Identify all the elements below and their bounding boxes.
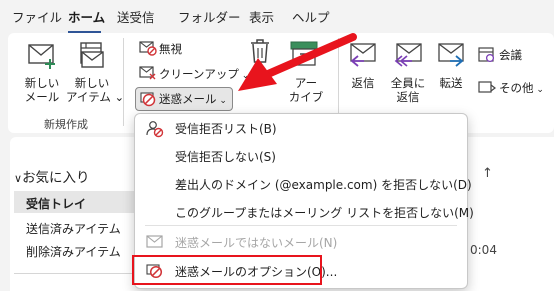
ignore-icon[interactable] (139, 40, 157, 56)
cleanup-icon[interactable] (139, 65, 157, 81)
menu-item-label: 差出人のドメイン (@example.com) を拒否しない(D) (175, 178, 472, 192)
new-group-label: 新規作成 (44, 118, 88, 131)
new-items-button[interactable]: 新しい アイテム ⌄ (66, 76, 124, 104)
menu-item-never-block-domain[interactable]: 差出人のドメイン (@example.com) を拒否しない(D) (135, 172, 472, 198)
forward-icon[interactable] (436, 42, 466, 68)
meeting-button[interactable]: 会議 (499, 47, 522, 63)
reply-all-label-1: 全員に (390, 76, 426, 90)
new-mail-label-2: メール (24, 90, 60, 104)
chevron-down-icon: ⌄ (216, 96, 227, 106)
tab-help[interactable]: ヘルプ (292, 0, 330, 30)
chevron-down-icon: ⌄ (533, 85, 544, 95)
archive-icon[interactable] (289, 40, 319, 68)
folder-sent[interactable]: 送信済みアイテム (26, 220, 121, 237)
chevron-down-icon: ⌄ (238, 71, 250, 81)
tab-file[interactable]: ファイル (12, 0, 62, 30)
message-time: 0:04 (470, 243, 497, 257)
menu-item-not-junk: 迷惑メールではないメール(N) (135, 230, 467, 256)
reply-all-button[interactable]: 全員に 返信 (386, 76, 430, 104)
annotation-highlight-box (132, 255, 322, 285)
forward-button[interactable]: 転送 (436, 76, 466, 90)
block-sender-icon (146, 121, 164, 138)
more-respond-icon[interactable] (478, 79, 496, 96)
ribbon-separator (123, 38, 124, 126)
folder-inbox[interactable]: 受信トレイ (26, 195, 86, 212)
mail-icon (146, 235, 163, 248)
new-items-label-1: 新しい (74, 76, 110, 90)
new-mail-button[interactable]: 新しい メール (18, 76, 66, 104)
menu-item-label: 迷惑メールではないメール(N) (175, 236, 338, 250)
new-items-icon[interactable] (78, 41, 108, 73)
reply-all-label-2: 返信 (396, 90, 420, 104)
pane-divider (14, 273, 136, 274)
delete-icon[interactable] (249, 38, 271, 64)
menu-item-label: このグループまたはメーリング リストを拒否しない(M) (175, 206, 474, 220)
new-items-label-2: アイテム ⌄ (66, 90, 125, 104)
reply-all-icon[interactable] (392, 42, 424, 68)
favorites-label: お気に入り (22, 170, 90, 186)
junk-mail-label: 迷惑メール ⌄ (159, 91, 227, 107)
archive-label-1: アー (294, 76, 318, 90)
reply-button[interactable]: 返信 (348, 76, 378, 90)
menu-item-label: 受信拒否リスト(B) (175, 122, 277, 136)
tab-folder[interactable]: フォルダー (178, 0, 241, 30)
tab-send-receive[interactable]: 送受信 (117, 0, 155, 30)
menu-item-never-block-group[interactable]: このグループまたはメーリング リストを拒否しない(M) (135, 200, 474, 226)
folder-deleted[interactable]: 削除済みアイテム (26, 243, 121, 260)
ribbon-tab-bar: ファイル ホーム 送受信 フォルダー 表示 ヘルプ (0, 0, 554, 30)
favorites-header[interactable]: ∨お気に入り (14, 166, 90, 186)
folder-pane (10, 137, 136, 291)
menu-item-block-sender[interactable]: 受信拒否リスト(B) (135, 116, 467, 142)
ignore-button[interactable]: 無視 (159, 41, 182, 57)
cleanup-button[interactable]: クリーンアップ ⌄ (159, 66, 249, 82)
menu-separator (145, 225, 457, 226)
tab-home[interactable]: ホーム (68, 0, 105, 30)
menu-item-never-block-sender[interactable]: 受信拒否しない(S) (135, 144, 467, 170)
new-mail-label-1: 新しい (24, 76, 60, 90)
junk-mail-text: 迷惑メール (159, 92, 217, 106)
tab-view[interactable]: 表示 (249, 0, 274, 30)
reply-icon[interactable] (348, 42, 378, 68)
menu-item-label: 受信拒否しない(S) (175, 150, 276, 164)
chevron-down-icon: ∨ (14, 172, 23, 185)
sort-arrow-icon[interactable]: ↑ (482, 166, 493, 181)
more-button[interactable]: その他 ⌄ (499, 80, 544, 96)
more-label: その他 (499, 81, 534, 95)
new-mail-icon[interactable] (28, 41, 58, 71)
archive-button[interactable]: アー カイブ (286, 76, 326, 104)
cleanup-label: クリーンアップ (159, 67, 239, 81)
meeting-icon[interactable] (478, 46, 496, 63)
archive-label-2: カイブ (288, 90, 324, 104)
junk-mail-icon (140, 92, 156, 107)
